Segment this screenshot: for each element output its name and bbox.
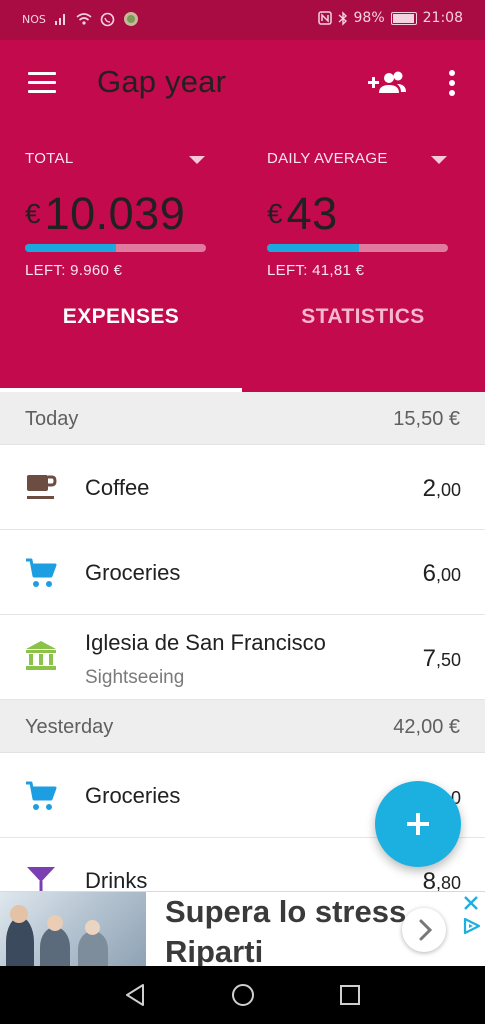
daily-progress-fill <box>267 244 360 252</box>
expense-amount: 2,00 <box>423 475 461 503</box>
expense-name: Groceries <box>85 783 181 808</box>
chevron-right-icon <box>419 919 433 941</box>
tab-statistics[interactable]: STATISTICS <box>242 305 484 353</box>
coffee-cup-icon <box>27 475 57 499</box>
menu-icon[interactable] <box>28 72 56 94</box>
expense-amount: 6,00 <box>423 560 461 588</box>
list-item[interactable]: Iglesia de San Francisco Sightseeing 7,5… <box>0 615 485 700</box>
day-total: 42,00 € <box>393 716 460 738</box>
currency-symbol: € <box>267 198 283 229</box>
status-time: 21:08 <box>422 10 463 26</box>
total-progress-bar <box>25 244 206 252</box>
ad-close-icon[interactable] <box>462 894 480 912</box>
amount-integer: 6 <box>422 560 436 587</box>
expense-category: Sightseeing <box>85 667 185 688</box>
ad-next-button[interactable] <box>402 908 446 952</box>
daily-amount: €43 <box>267 188 338 240</box>
daily-progress-bar <box>267 244 448 252</box>
battery-icon <box>390 11 417 25</box>
more-options-icon[interactable] <box>442 68 462 98</box>
amount-integer: 2 <box>422 475 436 502</box>
status-bar: NOS 98% 21:08 <box>0 0 485 40</box>
amount-decimal: ,00 <box>435 565 461 585</box>
museum-icon <box>26 641 56 670</box>
add-expense-button[interactable] <box>375 781 461 867</box>
total-dropdown-icon[interactable] <box>189 156 205 164</box>
amount-integer: 7 <box>422 645 436 672</box>
shopping-cart-icon <box>26 781 57 810</box>
list-item[interactable]: Coffee 2,00 <box>0 445 485 530</box>
total-amount: €10.039 <box>25 188 185 240</box>
day-label: Today <box>25 408 79 430</box>
expense-amount: 7,50 <box>423 645 461 673</box>
total-left-amount: LEFT: 9.960 € <box>25 262 123 279</box>
tab-expenses[interactable]: EXPENSES <box>0 305 242 353</box>
expense-name: Coffee <box>85 475 150 500</box>
system-navigation-bar <box>0 966 485 1024</box>
daily-amount-value: 43 <box>286 188 338 239</box>
back-icon[interactable] <box>124 983 146 1007</box>
ad-line-1: Supera lo stress, <box>165 894 415 929</box>
daily-average-summary[interactable]: DAILY AVERAGE €43 LEFT: 41,81 € <box>267 150 467 279</box>
day-header-yesterday: Yesterday 42,00 € <box>0 700 485 753</box>
expense-name: Iglesia de San Francisco <box>85 630 326 655</box>
day-total: 15,50 € <box>393 408 460 430</box>
wifi-icon <box>76 13 92 25</box>
nfc-icon <box>317 11 332 25</box>
recents-icon[interactable] <box>339 983 361 1007</box>
amount-decimal: ,50 <box>435 650 461 670</box>
shopping-cart-icon <box>26 558 57 587</box>
list-item[interactable]: Groceries 6,00 <box>0 530 485 615</box>
bluetooth-icon <box>338 10 347 26</box>
page-title: Gap year <box>97 64 227 99</box>
day-header-today: Today 15,50 € <box>0 392 485 445</box>
total-progress-fill <box>25 244 116 252</box>
carrier-label: NOS <box>22 12 46 26</box>
amount-decimal: ,80 <box>435 873 461 893</box>
daily-left-amount: LEFT: 41,81 € <box>267 262 365 279</box>
ad-headline[interactable]: Supera lo stress, Riparti <box>165 892 415 966</box>
ad-choices-icon[interactable] <box>462 917 482 935</box>
total-amount-value: 10.039 <box>44 188 186 239</box>
currency-symbol: € <box>25 198 41 229</box>
home-icon[interactable] <box>231 983 255 1007</box>
expense-name: Groceries <box>85 560 181 585</box>
ad-image[interactable] <box>0 892 146 966</box>
battery-percent: 98% <box>353 10 385 26</box>
daily-dropdown-icon[interactable] <box>431 156 447 164</box>
app-notification-icon <box>123 12 138 26</box>
whatsapp-icon <box>100 12 115 26</box>
day-label: Yesterday <box>25 716 114 738</box>
signal-icon <box>54 14 65 25</box>
total-summary[interactable]: TOTAL €10.039 LEFT: 9.960 € <box>25 150 225 279</box>
ad-line-2: Riparti <box>165 934 264 966</box>
add-person-icon[interactable] <box>367 68 407 98</box>
amount-decimal: ,00 <box>435 480 461 500</box>
